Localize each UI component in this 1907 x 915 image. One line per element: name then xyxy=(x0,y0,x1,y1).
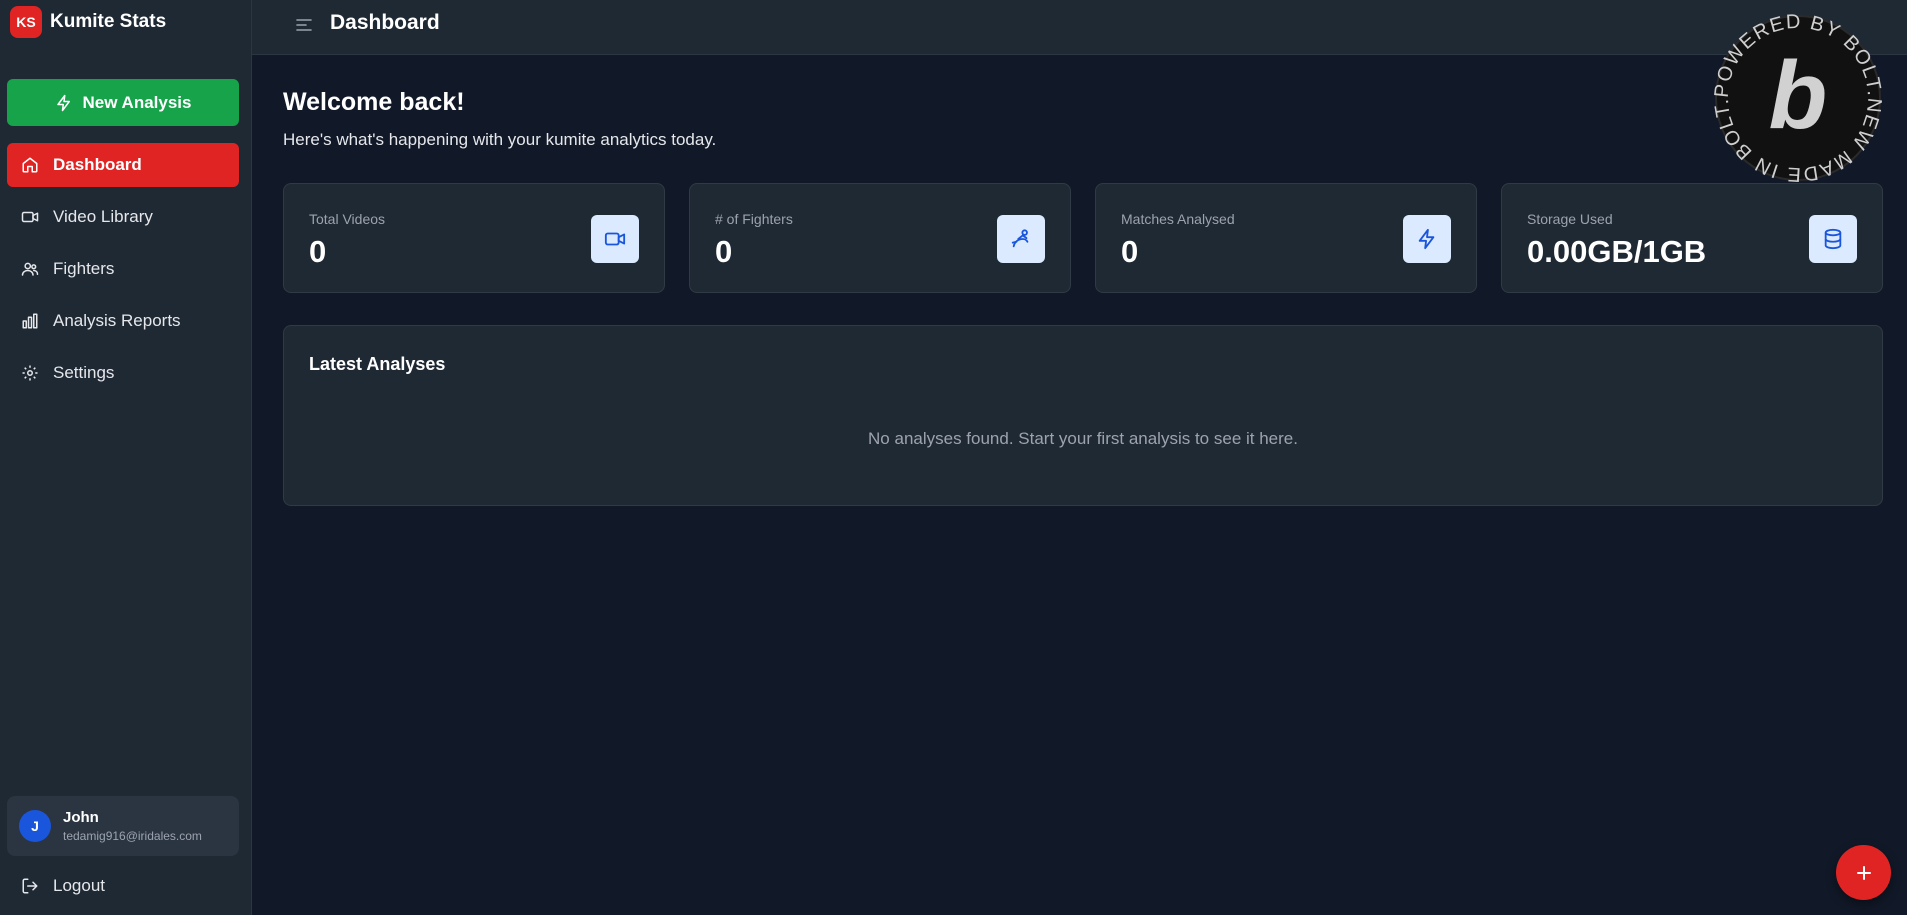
logout-button[interactable]: Logout xyxy=(7,864,239,908)
sidebar-item-label: Dashboard xyxy=(53,155,142,174)
plus-icon xyxy=(1856,865,1871,880)
database-icon xyxy=(1824,228,1842,250)
empty-state-message: No analyses found. Start your first anal… xyxy=(868,429,1298,448)
stat-card-storage-used: Storage Used 0.00GB/1GB xyxy=(1501,183,1883,293)
logout-icon xyxy=(22,878,38,894)
user-card[interactable]: J John tedamig916@iridales.com xyxy=(7,796,239,856)
sidebar-item-analysis-reports[interactable]: Analysis Reports xyxy=(7,299,239,343)
stat-icon-box xyxy=(1403,215,1451,263)
users-icon xyxy=(21,262,39,276)
stat-card-matches-analysed: Matches Analysed 0 xyxy=(1095,183,1477,293)
bolt-badge-graphic: POWERED BY BOLT.NEW MADE IN BOLT.NEW b xyxy=(1690,0,1884,185)
brand-logo: KS xyxy=(10,6,42,38)
stat-value: 0 xyxy=(715,234,733,269)
sidebar-item-label: Video Library xyxy=(53,207,153,226)
sidebar-item-label: Analysis Reports xyxy=(53,311,181,330)
sidebar-nav: Dashboard Video Library Fighters Analysi… xyxy=(7,143,239,403)
stat-label: Matches Analysed xyxy=(1121,211,1235,227)
stat-value: 0.00GB/1GB xyxy=(1527,234,1707,269)
welcome-heading: Welcome back! xyxy=(283,88,465,116)
stat-icon-box xyxy=(997,215,1045,263)
add-floating-button[interactable] xyxy=(1836,845,1891,900)
sidebar-item-video-library[interactable]: Video Library xyxy=(7,195,239,239)
bolt-badge[interactable]: POWERED BY BOLT.NEW MADE IN BOLT.NEW b xyxy=(1690,0,1896,196)
home-icon xyxy=(22,157,38,173)
user-email: tedamig916@iridales.com xyxy=(63,829,202,843)
stat-icon-box xyxy=(591,215,639,263)
brand-name: Kumite Stats xyxy=(50,11,167,32)
menu-icon xyxy=(296,19,312,31)
video-icon xyxy=(21,211,39,223)
new-analysis-label: New Analysis xyxy=(82,92,192,112)
user-info: John tedamig916@iridales.com xyxy=(63,809,202,843)
gear-icon xyxy=(22,365,38,381)
latest-analyses-panel: Latest Analyses No analyses found. Start… xyxy=(283,325,1883,506)
lightning-icon xyxy=(56,94,70,111)
stat-label: # of Fighters xyxy=(715,211,793,227)
stat-label: Total Videos xyxy=(309,211,386,227)
stat-label: Storage Used xyxy=(1527,211,1613,227)
logout-label: Logout xyxy=(53,876,105,895)
video-icon xyxy=(604,232,626,246)
welcome-subtitle: Here's what's happening with your kumite… xyxy=(283,130,717,149)
stat-card-fighters: # of Fighters 0 xyxy=(689,183,1071,293)
stat-icon-box xyxy=(1809,215,1857,263)
avatar: J xyxy=(19,810,51,842)
brand[interactable]: KS Kumite Stats xyxy=(10,6,167,38)
sidebar-item-label: Settings xyxy=(53,363,115,382)
new-analysis-button[interactable]: New Analysis xyxy=(7,79,239,126)
page-title: Dashboard xyxy=(330,11,440,34)
menu-toggle-button[interactable] xyxy=(292,13,316,37)
sidebar-item-label: Fighters xyxy=(53,259,115,278)
sidebar: KS Kumite Stats New Analysis Dashboard V… xyxy=(0,0,252,915)
stat-card-total-videos: Total Videos 0 xyxy=(283,183,665,293)
stat-value: 0 xyxy=(1121,234,1139,269)
sidebar-item-fighters[interactable]: Fighters xyxy=(7,247,239,291)
sidebar-item-settings[interactable]: Settings xyxy=(7,351,239,395)
stat-value: 0 xyxy=(309,234,327,269)
top-bar: Dashboard xyxy=(252,0,1907,55)
user-name: John xyxy=(63,809,99,826)
bolt-logo-letter: b xyxy=(1769,42,1828,149)
latest-analyses-title: Latest Analyses xyxy=(309,354,446,374)
bar-chart-icon xyxy=(22,313,38,329)
lightning-icon xyxy=(1418,228,1435,250)
sidebar-item-dashboard[interactable]: Dashboard xyxy=(7,143,239,187)
fighter-icon xyxy=(1011,229,1029,248)
